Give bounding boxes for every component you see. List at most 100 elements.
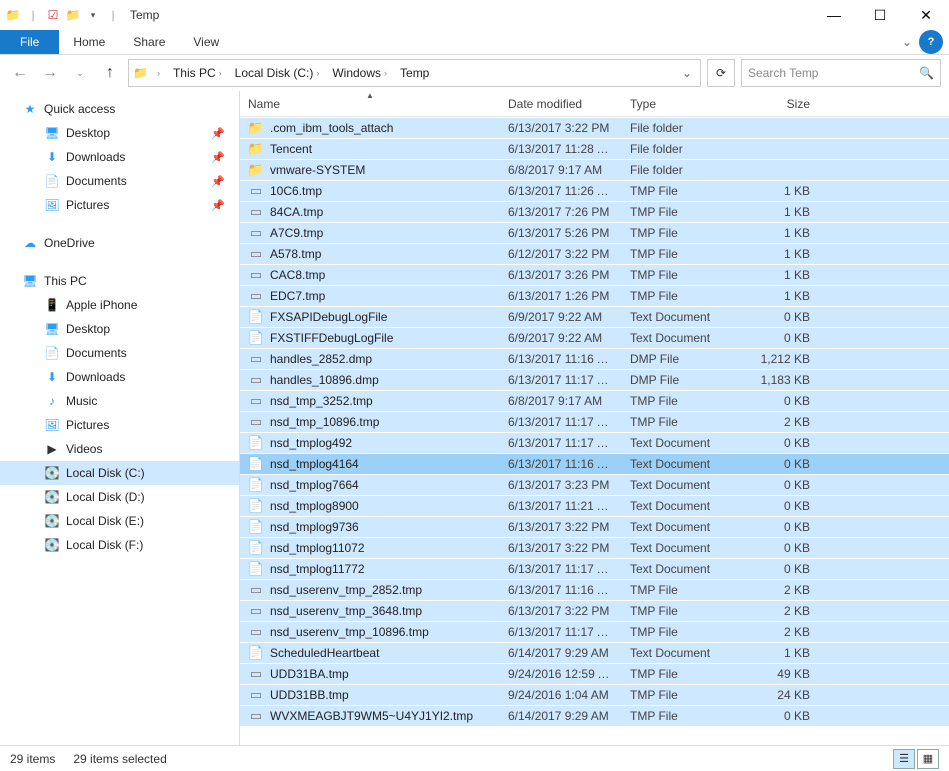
file-row[interactable]: 📄nsd_tmplog41646/13/2017 11:16 AMText Do… (240, 453, 949, 474)
column-size[interactable]: Size (742, 97, 818, 111)
file-size: 0 KB (742, 436, 818, 450)
file-rows[interactable]: 📁.com_ibm_tools_attach6/13/2017 3:22 PMF… (240, 117, 949, 745)
file-name: Tencent (270, 142, 312, 156)
file-name: .com_ibm_tools_attach (270, 121, 393, 135)
file-date: 6/13/2017 11:26 AM (500, 184, 622, 198)
sidebar-item[interactable]: 💽Local Disk (E:) (0, 509, 239, 533)
file-date: 6/13/2017 11:17 AM (500, 436, 622, 450)
navigation-pane[interactable]: ★ Quick access 🖥Desktop📌⬇Downloads📌📄Docu… (0, 91, 240, 745)
file-row[interactable]: ▭nsd_userenv_tmp_10896.tmp6/13/2017 11:1… (240, 621, 949, 642)
txt-icon: 📄 (248, 645, 264, 661)
minimize-button[interactable]: — (811, 0, 857, 30)
file-type: TMP File (622, 394, 742, 408)
sidebar-item[interactable]: ⬇Downloads (0, 365, 239, 389)
sidebar-onedrive[interactable]: ☁ OneDrive (0, 231, 239, 255)
column-type[interactable]: Type (622, 97, 742, 111)
file-row[interactable]: 📄nsd_tmplog97366/13/2017 3:22 PMText Doc… (240, 516, 949, 537)
file-row[interactable]: ▭10C6.tmp6/13/2017 11:26 AMTMP File1 KB (240, 180, 949, 201)
close-button[interactable]: ✕ (903, 0, 949, 30)
txt-icon: 📄 (248, 309, 264, 325)
forward-button[interactable]: → (38, 61, 62, 85)
file-row[interactable]: 📁.com_ibm_tools_attach6/13/2017 3:22 PMF… (240, 117, 949, 138)
sidebar-quick-access[interactable]: ★ Quick access (0, 97, 239, 121)
sidebar-item[interactable]: 🖼Pictures (0, 413, 239, 437)
txt-icon: 📄 (248, 435, 264, 451)
tab-home[interactable]: Home (59, 30, 119, 54)
tab-share[interactable]: Share (119, 30, 179, 54)
maximize-button[interactable]: ☐ (857, 0, 903, 30)
file-type: TMP File (622, 415, 742, 429)
file-row[interactable]: ▭UDD31BA.tmp9/24/2016 12:59 AMTMP File49… (240, 663, 949, 684)
sidebar-item[interactable]: ▶Videos (0, 437, 239, 461)
refresh-button[interactable]: ⟳ (707, 59, 735, 87)
column-date[interactable]: Date modified (500, 97, 622, 111)
file-row[interactable]: 📄FXSTIFFDebugLogFile6/9/2017 9:22 AMText… (240, 327, 949, 348)
recent-dropdown-icon[interactable]: ⌄ (68, 61, 92, 85)
properties-icon[interactable]: ☑ (44, 6, 62, 24)
sidebar-item[interactable]: 🖼Pictures📌 (0, 193, 239, 217)
file-date: 6/13/2017 3:26 PM (500, 268, 622, 282)
address-dropdown-icon[interactable]: ⌄ (678, 66, 696, 80)
sidebar-item[interactable]: 🖥Desktop📌 (0, 121, 239, 145)
sidebar-this-pc[interactable]: 🖥 This PC (0, 269, 239, 293)
sidebar-item[interactable]: ⬇Downloads📌 (0, 145, 239, 169)
qat-dropdown-icon[interactable]: ▾ (84, 6, 102, 24)
breadcrumb[interactable]: Temp (396, 66, 433, 80)
file-row[interactable]: 📄nsd_tmplog110726/13/2017 3:22 PMText Do… (240, 537, 949, 558)
file-row[interactable]: ▭CAC8.tmp6/13/2017 3:26 PMTMP File1 KB (240, 264, 949, 285)
column-name[interactable]: ▲ Name (240, 97, 500, 111)
file-row[interactable]: ▭UDD31BB.tmp9/24/2016 1:04 AMTMP File24 … (240, 684, 949, 705)
address-bar[interactable]: 📁 › This PC› Local Disk (C:)› Windows› T… (128, 59, 701, 87)
details-view-button[interactable]: ☰ (893, 749, 915, 769)
file-row[interactable]: 📄ScheduledHeartbeat6/14/2017 9:29 AMText… (240, 642, 949, 663)
file-row[interactable]: ▭A7C9.tmp6/13/2017 5:26 PMTMP File1 KB (240, 222, 949, 243)
up-button[interactable]: ↑ (98, 61, 122, 85)
help-icon[interactable]: ? (919, 30, 943, 54)
file-row[interactable]: 📄nsd_tmplog4926/13/2017 11:17 AMText Doc… (240, 432, 949, 453)
search-input[interactable]: Search Temp 🔍 (741, 59, 941, 87)
file-date: 6/8/2017 9:17 AM (500, 163, 622, 177)
ribbon-expand-icon[interactable]: ⌄ (895, 30, 919, 54)
file-type: TMP File (622, 604, 742, 618)
breadcrumb[interactable]: Windows› (328, 66, 394, 80)
file-row[interactable]: 📄FXSAPIDebugLogFile6/9/2017 9:22 AMText … (240, 306, 949, 327)
file-row[interactable]: 📄nsd_tmplog89006/13/2017 11:21 AMText Do… (240, 495, 949, 516)
file-row[interactable]: ▭nsd_tmp_3252.tmp6/8/2017 9:17 AMTMP Fil… (240, 390, 949, 411)
file-row[interactable]: ▭84CA.tmp6/13/2017 7:26 PMTMP File1 KB (240, 201, 949, 222)
sidebar-item[interactable]: 💽Local Disk (D:) (0, 485, 239, 509)
file-row[interactable]: ▭A578.tmp6/12/2017 3:22 PMTMP File1 KB (240, 243, 949, 264)
file-row[interactable]: ▭nsd_userenv_tmp_3648.tmp6/13/2017 3:22 … (240, 600, 949, 621)
sidebar-item[interactable]: 📄Documents (0, 341, 239, 365)
sidebar-item[interactable]: 📱Apple iPhone (0, 293, 239, 317)
file-row[interactable]: 📁Tencent6/13/2017 11:28 AMFile folder (240, 138, 949, 159)
tab-view[interactable]: View (179, 30, 233, 54)
file-date: 6/13/2017 7:26 PM (500, 205, 622, 219)
pc-icon: 🖥 (22, 274, 38, 288)
item-icon: 🖥 (44, 126, 60, 140)
sidebar-item[interactable]: 🖥Desktop (0, 317, 239, 341)
thumbnails-view-button[interactable]: ▦ (917, 749, 939, 769)
back-button[interactable]: ← (8, 61, 32, 85)
tab-file[interactable]: File (0, 30, 59, 54)
file-row[interactable]: ▭WVXMEAGBJT9WM5~U4YJ1YI2.tmp6/14/2017 9:… (240, 705, 949, 726)
file-row[interactable]: ▭nsd_userenv_tmp_2852.tmp6/13/2017 11:16… (240, 579, 949, 600)
sidebar-item[interactable]: 📄Documents📌 (0, 169, 239, 193)
file-row[interactable]: ▭nsd_tmp_10896.tmp6/13/2017 11:17 AMTMP … (240, 411, 949, 432)
sidebar-item[interactable]: 💽Local Disk (C:) (0, 461, 239, 485)
file-row[interactable]: ▭EDC7.tmp6/13/2017 1:26 PMTMP File1 KB (240, 285, 949, 306)
file-row[interactable]: 📄nsd_tmplog76646/13/2017 3:23 PMText Doc… (240, 474, 949, 495)
file-row[interactable]: 📁vmware-SYSTEM6/8/2017 9:17 AMFile folde… (240, 159, 949, 180)
file-type: TMP File (622, 184, 742, 198)
file-name: nsd_userenv_tmp_2852.tmp (270, 583, 422, 597)
sidebar-item[interactable]: 💽Local Disk (F:) (0, 533, 239, 557)
file-icon: ▭ (248, 582, 264, 598)
sidebar-item-label: Local Disk (C:) (66, 466, 145, 480)
breadcrumb[interactable]: Local Disk (C:)› (231, 66, 327, 80)
breadcrumb[interactable]: This PC› (169, 66, 229, 80)
file-row[interactable]: 📄nsd_tmplog117726/13/2017 11:17 AMText D… (240, 558, 949, 579)
file-row[interactable]: ▭handles_10896.dmp6/13/2017 11:17 AMDMP … (240, 369, 949, 390)
file-row[interactable]: ▭handles_2852.dmp6/13/2017 11:16 AMDMP F… (240, 348, 949, 369)
breadcrumb-sep[interactable]: › (150, 68, 167, 78)
sidebar-item[interactable]: ♪Music (0, 389, 239, 413)
ribbon-tabs: File Home Share View ⌄ ? (0, 30, 949, 55)
